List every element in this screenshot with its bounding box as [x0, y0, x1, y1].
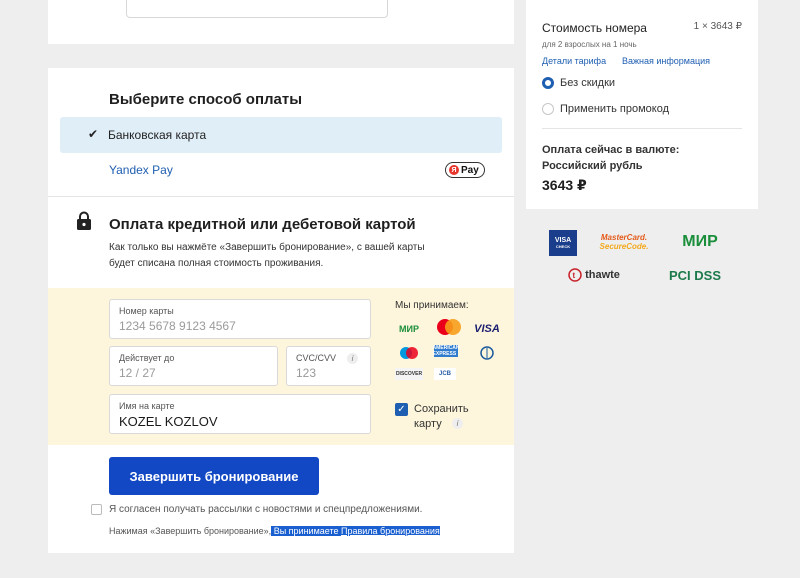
thawte-logo: t thawte	[557, 264, 631, 286]
legal-highlight: Вы принимаете Правила бронирования	[271, 526, 440, 536]
newsletter-label[interactable]: Я согласен получать рассылки с новостями…	[109, 504, 422, 515]
cvc-field[interactable]: CVC/CVV i 123	[286, 346, 371, 386]
payment-card: Выберите способ оплаты ✔ Банковская карт…	[48, 68, 514, 553]
credit-card-description: Как только вы нажмёте «Завершить брониро…	[109, 242, 425, 269]
expiry-placeholder: 12 / 27	[119, 366, 156, 380]
promo-code-radio[interactable]	[542, 103, 554, 115]
payment-method-label: Банковская карта	[108, 128, 207, 142]
tariff-details-link[interactable]: Детали тарифа	[542, 56, 606, 66]
visa-check-bottom: CHECK	[555, 244, 571, 249]
mir-logo: МИР	[399, 324, 419, 334]
cardholder-name-value: KOZEL KOZLOV	[119, 414, 218, 429]
jcb-logo: JCB	[434, 368, 456, 380]
visa-check-top: VISA	[554, 237, 572, 244]
expiry-label: Действует до	[119, 353, 175, 363]
cardholder-name-label: Имя на карте	[119, 401, 175, 411]
cardholder-name-field[interactable]: Имя на карте KOZEL KOZLOV	[109, 394, 371, 434]
payment-method-title: Выберите способ оплаты	[109, 91, 303, 108]
info-icon[interactable]: i	[452, 418, 463, 429]
yandex-logo-icon: Я	[449, 165, 459, 175]
visa-logo: VISA	[474, 323, 500, 335]
save-card-checkbox[interactable]: ✓	[395, 403, 408, 416]
discover-logo: DISCOVER	[395, 368, 423, 380]
payment-currency-text: Оплата сейчас в валюте: Российский рубль	[542, 144, 680, 172]
info-icon[interactable]: i	[347, 353, 358, 364]
maestro-logo	[398, 345, 420, 361]
cvc-label: CVC/CVV	[296, 353, 337, 363]
promo-code-label[interactable]: Применить промокод	[560, 103, 669, 115]
previous-section-card	[48, 0, 514, 44]
legal-prefix: Нажимая «Завершить бронирование»,	[109, 526, 272, 536]
no-discount-label[interactable]: Без скидки	[560, 77, 615, 89]
yandex-pay-logo[interactable]: Я Pay	[445, 162, 485, 178]
credit-card-section-title: Оплата кредитной или дебетовой картой	[109, 216, 416, 233]
booking-rules-link[interactable]: Правила бронирования	[341, 526, 440, 536]
card-form-area: Номер карты 1234 5678 9123 4567 Действуе…	[48, 288, 514, 445]
newsletter-checkbox[interactable]	[91, 504, 102, 515]
pci-dss-logo: PCI DSS	[668, 267, 721, 283]
yandex-pay-badge-text: Pay	[461, 164, 479, 176]
room-cost-value: 1 × 3643 ₽	[693, 21, 742, 32]
mastercard-logo	[434, 319, 464, 335]
legal-highlight-text: Вы принимаете	[271, 526, 341, 536]
payment-method-bank-card[interactable]: ✔ Банковская карта	[60, 117, 502, 153]
divider	[542, 128, 742, 129]
complete-booking-button[interactable]: Завершить бронирование	[109, 457, 319, 495]
no-discount-radio[interactable]	[542, 77, 554, 89]
thawte-text: thawte	[585, 269, 620, 281]
visa-check-logo: VISA CHECK	[549, 230, 577, 256]
expiry-field[interactable]: Действует до 12 / 27	[109, 346, 278, 386]
thawte-icon: t	[568, 268, 582, 282]
mir-accept-logo: МИР	[682, 233, 718, 250]
mastercard-securecode-logo: MasterCard. SecureCode.	[597, 232, 651, 252]
amex-logo: AMERICAN EXPRESS	[432, 345, 460, 357]
guests-nights-text: для 2 взрослых на 1 ночь	[542, 40, 637, 49]
checkmark-icon: ✔	[88, 127, 99, 141]
card-number-field[interactable]: Номер карты 1234 5678 9123 4567	[109, 299, 371, 339]
card-number-label: Номер карты	[119, 306, 174, 316]
mc-line2: SecureCode.	[599, 242, 649, 251]
room-cost-title: Стоимость номера	[542, 21, 647, 35]
price-summary-card: Стоимость номера 1 × 3643 ₽ для 2 взросл…	[526, 0, 758, 209]
card-number-placeholder: 1234 5678 9123 4567	[119, 319, 236, 333]
diners-club-logo	[476, 345, 498, 361]
important-info-link[interactable]: Важная информация	[622, 56, 710, 66]
accepted-cards-title: Мы принимаем:	[395, 300, 469, 311]
payment-method-yandex-pay[interactable]: Yandex Pay	[109, 163, 173, 177]
mc-line1: MasterCard.	[600, 233, 648, 242]
legal-notice: Нажимая «Завершить бронирование», Вы при…	[109, 526, 440, 536]
svg-text:t: t	[573, 271, 576, 280]
previous-input-field[interactable]	[126, 0, 388, 18]
cvc-placeholder: 123	[296, 366, 317, 380]
total-price: 3643 ₽	[542, 177, 587, 193]
divider	[48, 196, 514, 197]
lock-icon	[77, 211, 91, 230]
